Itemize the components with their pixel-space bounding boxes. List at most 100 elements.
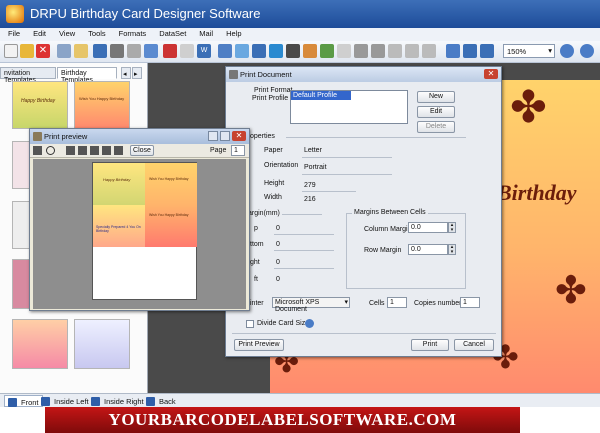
template-thumb-2[interactable]: Wish You Happy Birthday (74, 81, 130, 129)
rectangle-icon[interactable] (320, 44, 334, 58)
profile-item-selected[interactable]: Default Profile (291, 91, 351, 100)
divide-card-checkbox[interactable] (246, 320, 254, 328)
preview-close-button[interactable]: Close (130, 145, 154, 156)
close-icon[interactable]: ✕ (36, 44, 50, 58)
copy-icon[interactable] (180, 44, 194, 58)
ungroup-icon[interactable] (422, 44, 436, 58)
three-pages-icon[interactable] (90, 146, 99, 155)
two-pages-icon[interactable] (78, 146, 87, 155)
tab-inside-right[interactable]: Inside Right (88, 395, 147, 407)
template-thumb-7[interactable] (74, 319, 130, 369)
zoom-fit-icon[interactable] (480, 44, 494, 58)
curve-icon[interactable] (269, 44, 283, 58)
print-preview-button[interactable]: Print Preview (234, 339, 284, 351)
line-icon[interactable] (286, 44, 300, 58)
open-icon[interactable] (20, 44, 34, 58)
zoom-icon[interactable] (46, 146, 55, 155)
margin-right-label: ght (250, 259, 260, 266)
tab-scroll-left[interactable]: ◂ (121, 67, 131, 79)
four-pages-icon[interactable] (102, 146, 111, 155)
barcode-icon[interactable] (252, 44, 266, 58)
image-icon[interactable] (218, 44, 232, 58)
menu-bar: File Edit View Tools Formats DataSet Mail Help (0, 28, 600, 41)
tab-front[interactable]: Front (4, 395, 43, 407)
print-icon[interactable] (33, 146, 42, 155)
template-thumb-1[interactable]: Happy Birthday (12, 81, 68, 129)
text-icon[interactable]: W (197, 44, 211, 58)
menu-mail[interactable]: Mail (191, 28, 218, 38)
save-icon[interactable] (93, 44, 107, 58)
menu-file[interactable]: File (0, 28, 25, 38)
close-icon[interactable]: ✕ (484, 69, 498, 79)
minimize-icon[interactable] (208, 131, 218, 141)
menu-tools[interactable]: Tools (80, 28, 111, 38)
new-button[interactable]: New (417, 91, 455, 103)
cells-input[interactable]: 1 (387, 297, 407, 308)
close-icon[interactable]: ✕ (232, 131, 246, 141)
menu-help[interactable]: Help (218, 28, 246, 38)
template-thumb-3[interactable] (12, 141, 30, 189)
card-birthday-text[interactable]: Birthday (497, 180, 576, 206)
template-thumb-6[interactable] (12, 319, 68, 369)
maximize-icon[interactable] (220, 131, 230, 141)
margin-left-value[interactable]: 0 (276, 276, 280, 283)
row-margin-label: Row Margin (364, 247, 402, 254)
new-icon[interactable] (4, 44, 18, 58)
margin-top-value[interactable]: 0 (276, 225, 280, 232)
cut-icon[interactable] (163, 44, 177, 58)
template-thumb-5[interactable] (12, 259, 30, 309)
divider (274, 268, 334, 269)
preview-card-text: Happy Birthday (103, 177, 131, 182)
info-icon[interactable] (305, 319, 314, 328)
print-button[interactable]: Print (411, 339, 449, 351)
template-thumb-4[interactable] (12, 201, 30, 249)
app-title: DRPU Birthday Card Designer Software (30, 6, 261, 21)
copies-input[interactable]: 1 (460, 297, 480, 308)
tab-birthday-templates[interactable]: Birthday Templates (57, 67, 117, 84)
tab-invitation-templates[interactable]: nvitation Templates (0, 67, 56, 84)
preview-card-quadrant: Happy Birthday (93, 163, 145, 205)
shape-icon[interactable] (235, 44, 249, 58)
menu-dataset[interactable]: DataSet (151, 28, 191, 38)
row-margin-input[interactable]: 0.0 (408, 244, 448, 255)
tab-back[interactable]: Back (143, 395, 179, 407)
clipboard-icon[interactable] (74, 44, 88, 58)
divider (232, 333, 496, 334)
margin-left-label: ft (254, 276, 258, 283)
fit-icon[interactable] (463, 44, 477, 58)
delete-button[interactable]: Delete (417, 121, 455, 133)
margin-bottom-value[interactable]: 0 (276, 241, 280, 248)
page-icon (146, 397, 155, 406)
group-icon[interactable] (405, 44, 419, 58)
six-pages-icon[interactable] (114, 146, 123, 155)
edit-button[interactable]: Edit (417, 106, 455, 118)
row-margin-stepper[interactable]: ▴ ▾ (448, 244, 456, 255)
preview-icon[interactable] (144, 44, 158, 58)
menu-formats[interactable]: Formats (111, 28, 152, 38)
zoom-out-icon[interactable] (560, 44, 574, 58)
grid-icon[interactable] (446, 44, 460, 58)
print-setup-icon[interactable] (127, 44, 141, 58)
select-icon[interactable] (57, 44, 71, 58)
menu-view[interactable]: View (51, 28, 80, 38)
one-page-icon[interactable] (66, 146, 75, 155)
arrange-back-icon[interactable] (371, 44, 385, 58)
printer-select[interactable]: Microsoft XPS Document ▾ (272, 297, 350, 313)
page-input[interactable]: 1 (231, 145, 245, 156)
print-icon[interactable] (110, 44, 124, 58)
align-icon[interactable] (388, 44, 402, 58)
column-margin-stepper[interactable]: ▴ ▾ (448, 222, 456, 233)
pencil-icon[interactable] (303, 44, 317, 58)
tab-scroll-right[interactable]: ▸ (132, 67, 142, 79)
preview-card-text: Specially Prepared 4 You On Birthday (96, 225, 141, 233)
ellipse-icon[interactable] (337, 44, 351, 58)
arrange-front-icon[interactable] (354, 44, 368, 58)
menu-edit[interactable]: Edit (25, 28, 51, 38)
tab-inside-left[interactable]: Inside Left (38, 395, 92, 407)
column-margin-input[interactable]: 0.0 (408, 222, 448, 233)
margin-right-value[interactable]: 0 (276, 259, 280, 266)
zoom-in-icon[interactable] (580, 44, 594, 58)
profile-list[interactable]: Default Profile (290, 90, 408, 124)
cancel-button[interactable]: Cancel (454, 339, 494, 351)
zoom-select[interactable]: 150% ▾ (503, 44, 555, 58)
